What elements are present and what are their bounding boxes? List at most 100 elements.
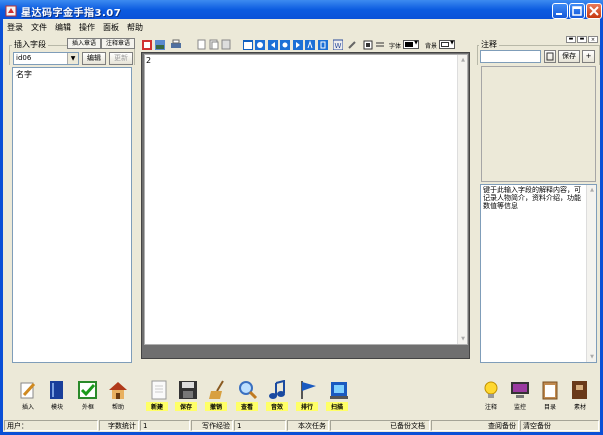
minimize-icon: [556, 13, 562, 15]
flag-icon[interactable]: [299, 380, 319, 400]
menu-operate[interactable]: 操作: [79, 22, 95, 33]
paste-icon[interactable]: [209, 39, 219, 50]
note-scrollbar[interactable]: ▲ ▼: [586, 185, 596, 362]
status-task-label: 本次任务: [287, 420, 329, 431]
chevron-down-icon: ▼: [450, 40, 454, 46]
add-note-button[interactable]: +: [582, 50, 595, 63]
note-textarea[interactable]: 键于此输入字段的解释内容，可记录人物简介，资料介绍，功能数值等信息 ▲ ▼: [480, 184, 597, 363]
new-label: 新建: [146, 402, 168, 411]
text-b-icon[interactable]: [318, 39, 328, 50]
app-icon: [5, 5, 17, 17]
scroll-up-icon[interactable]: ▲: [587, 185, 597, 195]
print-icon[interactable]: [171, 39, 181, 50]
status-experience: 1: [234, 420, 286, 431]
status-word-count-label: 字数统计: [99, 420, 139, 431]
tab-note-chapter[interactable]: 注释章语: [101, 38, 135, 49]
module-label: 模块: [50, 404, 63, 411]
close-button[interactable]: [586, 3, 602, 19]
tab-insert-chapter[interactable]: 插入章语: [67, 38, 101, 49]
bold-icon[interactable]: [280, 39, 290, 50]
monitor-label: 监控: [513, 404, 526, 411]
calendar-icon[interactable]: [243, 39, 253, 50]
house-icon[interactable]: [108, 380, 128, 400]
status-bar: 用户： 字数统计 1 写作经验 1 本次任务 已备份文档 查阅备份 清空备份: [3, 419, 600, 432]
menu-help[interactable]: 帮助: [127, 22, 143, 33]
field-select-value: id06: [16, 54, 32, 62]
new-doc-icon[interactable]: [149, 380, 169, 400]
undo-label: 撤销: [205, 402, 227, 411]
word-icon[interactable]: W: [333, 39, 343, 50]
rank-label: 排行: [296, 402, 318, 411]
link-icon[interactable]: [347, 39, 357, 50]
bg-color-picker[interactable]: ▼: [439, 40, 455, 49]
magnifier-icon[interactable]: [238, 380, 258, 400]
save-label: 保存: [175, 402, 197, 411]
lightbulb-icon[interactable]: [481, 380, 501, 400]
panel-minimize-button[interactable]: ▬: [566, 36, 576, 43]
note-preview-area: [481, 66, 596, 182]
status-word-count: 1: [140, 420, 190, 431]
menu-login[interactable]: 登录: [7, 22, 23, 33]
monitor-icon[interactable]: [510, 380, 530, 400]
clear-backup-link[interactable]: 清空备份: [520, 420, 599, 431]
editor-content: 2: [146, 56, 152, 65]
font-color-picker[interactable]: ▼: [403, 40, 419, 49]
panel-close-button[interactable]: ×: [588, 36, 598, 43]
editor-scrollbar[interactable]: ▲ ▼: [457, 55, 467, 344]
minimize-button[interactable]: [552, 3, 568, 19]
font-color-swatch: [405, 42, 413, 47]
chevron-down-icon[interactable]: ▼: [67, 53, 78, 64]
scanner-icon[interactable]: [329, 380, 349, 400]
checkbox-icon[interactable]: [78, 380, 98, 400]
status-backup-done: 已备份文档: [330, 420, 430, 431]
help-label: 帮助: [111, 404, 124, 411]
editor-toolbar: W 字体 ▼ 背景 ▼: [141, 38, 471, 52]
sound-label: 音效: [266, 402, 288, 411]
field-list[interactable]: 名字: [12, 67, 132, 363]
left-arrow-icon[interactable]: [268, 39, 278, 50]
notes-label: 注释: [479, 39, 499, 50]
scan-label: 扫描: [326, 402, 348, 411]
note-title-input[interactable]: [480, 50, 541, 63]
book-icon[interactable]: [47, 380, 67, 400]
checkbox-small-icon[interactable]: [363, 39, 373, 50]
save-note-button[interactable]: 保存: [558, 50, 580, 63]
brown-book-icon[interactable]: [570, 380, 590, 400]
delete-note-button[interactable]: [544, 50, 556, 63]
menu-edit[interactable]: 编辑: [55, 22, 71, 33]
copy-icon[interactable]: [197, 39, 207, 50]
panel-restore-button[interactable]: ▬: [577, 36, 587, 43]
editor-textarea[interactable]: 2 ▲ ▼: [144, 54, 468, 345]
cut-icon[interactable]: [221, 39, 231, 50]
image-icon[interactable]: [155, 39, 165, 50]
field-select[interactable]: id06 ▼: [13, 52, 79, 65]
catalog-label: 目录: [543, 404, 556, 411]
view-backup-link[interactable]: 查阅备份: [431, 420, 519, 431]
broom-icon[interactable]: [208, 380, 228, 400]
update-button[interactable]: 更新: [109, 52, 133, 65]
view-label: 查看: [236, 402, 258, 411]
background-label: 背景: [425, 43, 438, 50]
maximize-button[interactable]: [569, 3, 585, 19]
floppy-icon[interactable]: [178, 380, 198, 400]
scroll-down-icon[interactable]: ▼: [458, 334, 468, 344]
close-icon: [589, 6, 599, 16]
chevron-down-icon: ▼: [414, 40, 418, 46]
status-experience-label: 写作经验: [191, 420, 233, 431]
clipboard-icon[interactable]: [540, 380, 560, 400]
scroll-down-icon[interactable]: ▼: [587, 352, 597, 362]
menu-file[interactable]: 文件: [31, 22, 47, 33]
font-label: 字体: [389, 43, 402, 50]
text-a-icon[interactable]: [305, 39, 315, 50]
clock-icon[interactable]: [255, 39, 265, 50]
right-arrow-icon[interactable]: [293, 39, 303, 50]
music-note-icon[interactable]: [268, 380, 288, 400]
align-icon[interactable]: [375, 39, 385, 50]
delete-icon: [546, 52, 554, 61]
pencil-icon[interactable]: [18, 380, 38, 400]
edit-button[interactable]: 编辑: [82, 52, 106, 65]
scroll-up-icon[interactable]: ▲: [458, 55, 468, 65]
list-item[interactable]: 名字: [16, 69, 32, 80]
format-icon[interactable]: [142, 39, 152, 50]
menu-panel[interactable]: 面板: [103, 22, 119, 33]
